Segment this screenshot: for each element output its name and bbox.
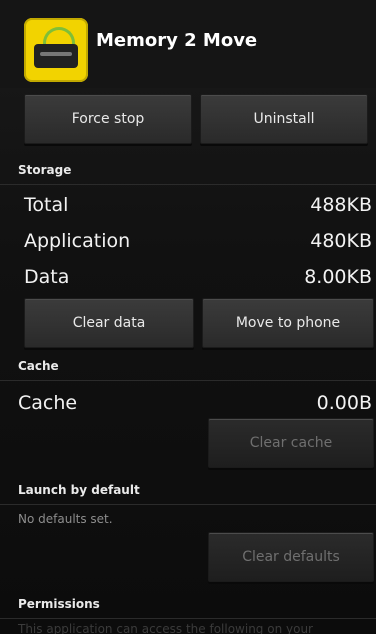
launch-by-default-heading: Launch by default: [18, 483, 140, 497]
permissions-description: This application can access the followin…: [18, 622, 313, 634]
wifi-icon: [43, 27, 75, 44]
clear-cache-button[interactable]: Clear cache: [208, 418, 374, 468]
storage-data-value: 8.00KB: [304, 266, 372, 288]
storage-total-value: 488KB: [310, 194, 372, 216]
app-title: Memory 2 Move: [96, 30, 258, 51]
cache-section-header: Cache: [0, 354, 376, 381]
app-icon: [24, 18, 88, 82]
app-header: Memory 2 Move: [0, 0, 376, 88]
force-stop-button[interactable]: Force stop: [24, 94, 192, 144]
storage-total-label: Total: [24, 194, 69, 216]
permissions-heading: Permissions: [18, 597, 100, 611]
storage-application-value: 480KB: [310, 230, 372, 252]
storage-heading: Storage: [18, 163, 72, 177]
clear-data-button[interactable]: Clear data: [24, 298, 194, 348]
storage-section-header: Storage: [0, 158, 376, 185]
cache-value: 0.00B: [316, 392, 372, 414]
storage-application-label: Application: [24, 230, 131, 252]
uninstall-button[interactable]: Uninstall: [200, 94, 368, 144]
permissions-section-header: Permissions: [0, 592, 376, 619]
cache-heading: Cache: [18, 359, 59, 373]
app-info-screen: Memory 2 Move Force stop Uninstall Stora…: [0, 0, 376, 634]
no-defaults-text: No defaults set.: [18, 512, 113, 526]
clear-defaults-button[interactable]: Clear defaults: [208, 532, 374, 582]
drive-icon: [34, 44, 78, 68]
move-to-phone-button[interactable]: Move to phone: [202, 298, 374, 348]
storage-data-label: Data: [24, 266, 70, 288]
cache-label: Cache: [18, 392, 78, 414]
launch-by-default-section-header: Launch by default: [0, 478, 376, 505]
